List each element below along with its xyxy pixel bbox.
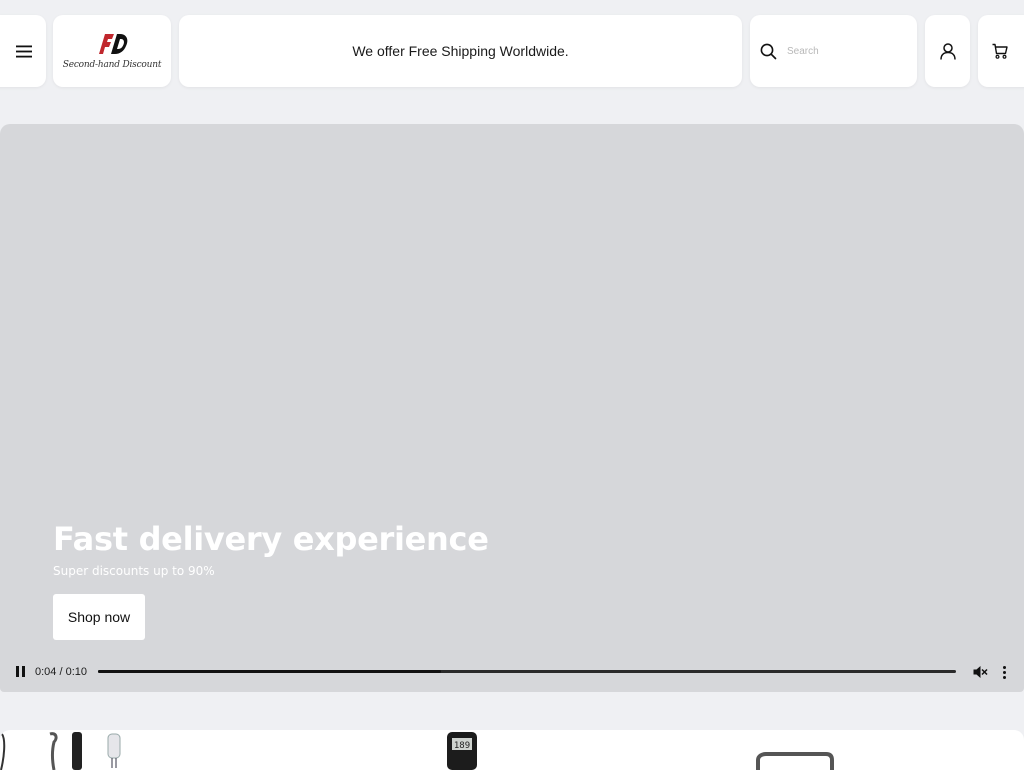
video-controls: 0:04 / 0:10 [0,656,1024,688]
svg-text:189: 189 [454,741,470,751]
logo-link[interactable]: Second-hand Discount [53,15,171,87]
search-input[interactable] [787,45,897,57]
shop-now-button[interactable]: Shop now [53,594,145,640]
product-digital-meter[interactable]: 189 [447,732,477,770]
user-icon [939,42,956,60]
cart-icon [992,43,1008,59]
muted-speaker-icon[interactable] [972,664,988,680]
search-box[interactable] [750,15,917,87]
hero-title: Fast delivery experience [53,520,489,558]
hero-subtitle: Super discounts up to 90% [53,564,215,578]
search-icon[interactable] [760,43,777,60]
video-progress-fill [98,670,442,673]
announcement-text: We offer Free Shipping Worldwide. [352,43,569,59]
account-button[interactable] [925,15,970,87]
video-time: 0:04 / 0:10 [35,666,87,678]
cart-button[interactable] [978,15,1024,87]
product-shower-head-set[interactable] [0,732,121,770]
logo-caption: Second-hand Discount [62,60,162,70]
pause-icon[interactable] [14,666,26,678]
hero-video-section: Fast delivery experience Super discounts… [0,124,1024,692]
product-images: 189 [0,732,834,770]
site-header: Second-hand Discount We offer Free Shipp… [0,0,1024,100]
video-progress-bar[interactable] [98,670,956,673]
menu-button[interactable] [0,15,46,87]
product-strip: 189 [0,730,1024,770]
menu-icon [16,45,32,57]
brand-logo-mark [99,34,128,54]
more-vertical-icon[interactable] [998,664,1010,680]
announcement-bar: We offer Free Shipping Worldwide. [179,15,742,87]
